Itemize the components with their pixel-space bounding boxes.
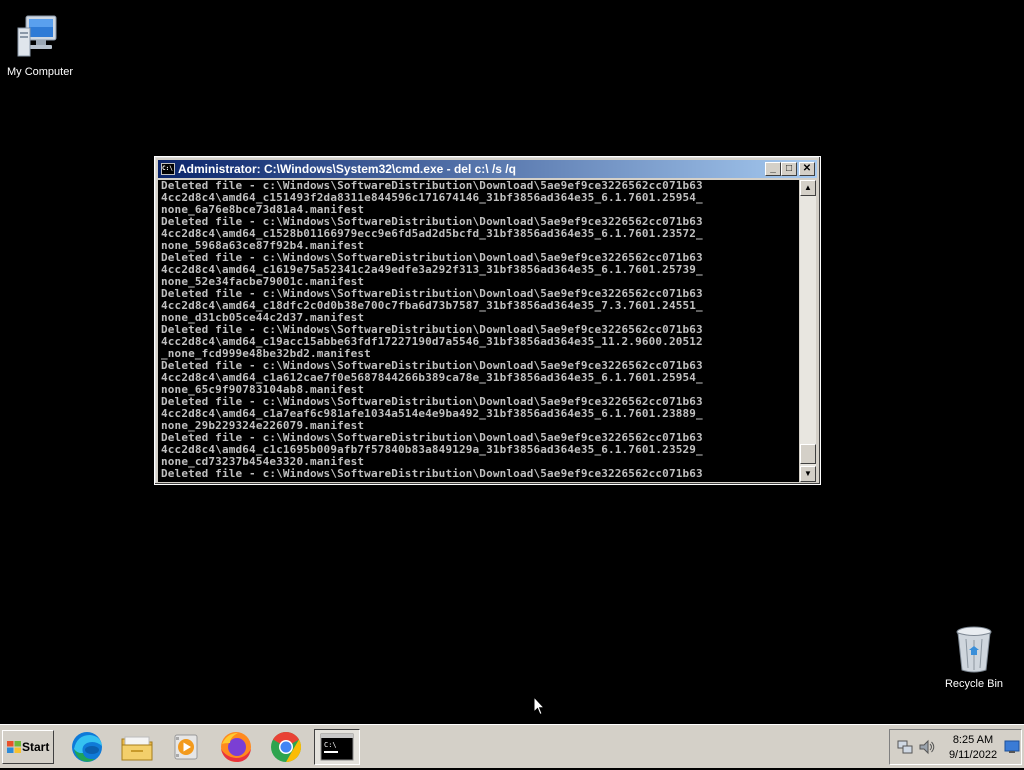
file-explorer-icon <box>121 736 153 761</box>
cmd-window[interactable]: C:\ Administrator: C:\Windows\System32\cm… <box>154 156 821 485</box>
taskbar-app-chrome[interactable] <box>268 729 304 765</box>
recycle-bin-icon <box>956 626 992 673</box>
taskbar-app-cmd[interactable]: C:\ <box>314 729 360 765</box>
clock-time: 8:25 AM <box>952 734 994 746</box>
recycle-bin-label: Recycle Bin <box>944 678 1004 690</box>
taskbar-app-media-player[interactable] <box>168 729 204 765</box>
scroll-up-arrow-icon[interactable]: ▲ <box>800 180 816 196</box>
taskbar-app-edge[interactable] <box>69 729 105 765</box>
clock-date: 9/11/2022 <box>948 749 998 761</box>
start-label: Start <box>22 740 50 754</box>
scrollbar-thumb[interactable] <box>800 444 816 464</box>
volume-icon[interactable] <box>918 738 936 756</box>
windows-logo-icon <box>7 741 21 753</box>
chrome-icon <box>271 732 302 762</box>
my-computer-icon <box>17 15 57 57</box>
console-text: Deleted file - c:\Windows\SoftwareDistri… <box>158 180 799 480</box>
window-title: Administrator: C:\Windows\System32\cmd.e… <box>178 162 516 176</box>
scroll-down-arrow-icon[interactable]: ▼ <box>800 466 816 482</box>
svg-text:C:\: C:\ <box>324 741 337 749</box>
cmd-icon: C:\ <box>320 733 354 761</box>
network-icon[interactable] <box>896 738 914 756</box>
mouse-cursor-icon <box>533 696 545 716</box>
cmd-app-icon: C:\ <box>161 163 175 175</box>
console-output[interactable]: Deleted file - c:\Windows\SoftwareDistri… <box>158 180 799 482</box>
taskbar-app-firefox[interactable] <box>218 729 254 765</box>
close-button[interactable]: ✕ <box>799 162 815 176</box>
window-titlebar[interactable]: C:\ Administrator: C:\Windows\System32\cm… <box>158 160 817 178</box>
taskbar-app-file-explorer[interactable] <box>119 729 155 765</box>
console-line: Deleted file - c:\Windows\SoftwareDistri… <box>161 467 703 480</box>
vertical-scrollbar[interactable]: ▲ ▼ <box>800 180 816 482</box>
taskbar: Start C:\ 8:25 AM 9/11/2022 <box>0 724 1024 768</box>
maximize-button[interactable]: □ <box>781 162 797 176</box>
firefox-icon <box>221 732 251 762</box>
media-player-icon <box>174 734 198 760</box>
start-button[interactable]: Start <box>2 730 54 764</box>
show-desktop-icon[interactable] <box>1004 740 1020 754</box>
my-computer-label: My Computer <box>6 66 74 78</box>
my-computer-shortcut[interactable]: My Computer <box>0 8 80 78</box>
system-tray: 8:25 AM 9/11/2022 <box>889 729 1022 765</box>
clock[interactable]: 8:25 AM 9/11/2022 <box>942 733 1004 763</box>
window-controls: _ □ ✕ <box>765 162 815 176</box>
recycle-bin-shortcut[interactable]: Recycle Bin <box>934 624 1014 690</box>
minimize-button[interactable]: _ <box>765 162 781 176</box>
edge-icon <box>72 732 102 762</box>
